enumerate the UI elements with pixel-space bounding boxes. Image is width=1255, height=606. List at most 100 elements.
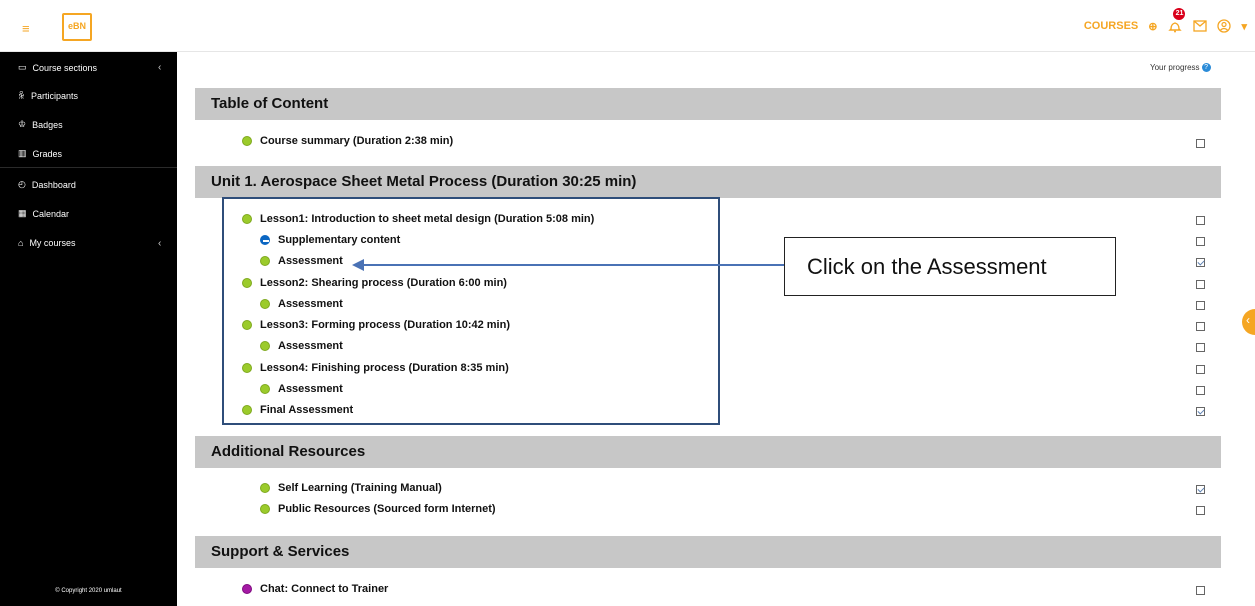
annotation-callout: Click on the Assessment — [784, 237, 1116, 296]
sidebar-item-label: Course sections — [32, 62, 98, 73]
activity-lesson2[interactable]: Lesson2: Shearing process (Duration 6:00… — [242, 274, 507, 292]
user-icon[interactable] — [1217, 19, 1232, 33]
activity-self-learning[interactable]: Self Learning (Training Manual) — [260, 479, 442, 497]
status-dot-icon — [260, 341, 270, 351]
activity-chat-trainer[interactable]: Chat: Connect to Trainer — [242, 580, 388, 598]
arrow-head-icon — [352, 259, 364, 271]
activity-label: Assessment — [278, 383, 343, 395]
globe-icon[interactable]: ⊕ — [1148, 20, 1157, 33]
activity-assessment-lesson3[interactable]: Assessment — [260, 337, 343, 355]
notification-count-badge: 21 — [1173, 8, 1186, 20]
section-header[interactable]: Unit 1. Aerospace Sheet Metal Process (D… — [195, 166, 1221, 198]
activity-supplementary-content[interactable]: Supplementary content — [260, 231, 400, 249]
status-dot-icon — [242, 405, 252, 415]
dashboard-icon: ◴ — [18, 179, 26, 189]
sidebar-item-label: My courses — [29, 238, 76, 248]
logo[interactable]: eBN — [62, 13, 92, 41]
completion-checkbox[interactable] — [1196, 586, 1205, 595]
drawer-toggle-button[interactable]: ‹ — [1242, 309, 1255, 335]
completion-checkbox[interactable] — [1196, 343, 1205, 352]
people-icon: ꆜ — [18, 91, 26, 101]
activity-assessment-lesson4[interactable]: Assessment — [260, 380, 343, 398]
status-dot-icon — [242, 214, 252, 224]
completion-checkbox[interactable] — [1196, 485, 1205, 494]
sidebar: ▭ Course sections ‹ ꆜ Participants ♔ Bad… — [0, 52, 177, 606]
sidebar-item-grades[interactable]: ▥ Grades — [18, 148, 62, 159]
activity-lesson1[interactable]: Lesson1: Introduction to sheet metal des… — [242, 210, 594, 228]
activity-label: Self Learning (Training Manual) — [278, 482, 442, 494]
completion-checkbox[interactable] — [1196, 258, 1205, 267]
activity-lesson3[interactable]: Lesson3: Forming process (Duration 10:42… — [242, 316, 510, 334]
status-dot-icon — [260, 504, 270, 514]
help-icon[interactable]: ? — [1201, 63, 1211, 72]
activity-assessment-lesson2[interactable]: Assessment — [260, 295, 343, 313]
completion-checkbox[interactable] — [1196, 407, 1205, 416]
logo-text: eBN — [68, 21, 87, 31]
activity-label: Supplementary content — [278, 234, 401, 246]
status-dot-icon — [242, 363, 252, 373]
calendar-icon: ▦ — [18, 208, 27, 218]
notifications-bell[interactable]: 21 — [1167, 8, 1186, 34]
completion-checkbox[interactable] — [1196, 301, 1205, 310]
status-dot-icon — [260, 299, 270, 309]
activity-final-assessment[interactable]: Final Assessment — [242, 401, 353, 419]
folder-icon: ▭ — [18, 62, 27, 72]
graduation-cap-icon: ⌂ — [18, 238, 24, 248]
activity-course-summary[interactable]: Course summary (Duration 2:38 min) — [242, 132, 453, 150]
sidebar-item-calendar[interactable]: ▦ Calendar — [18, 208, 69, 219]
activity-label: Chat: Connect to Trainer — [260, 583, 389, 595]
chevron-left-icon[interactable]: ‹ — [158, 62, 161, 73]
bell-icon — [1168, 22, 1183, 33]
annotation-arrow — [362, 264, 784, 266]
activity-label: Assessment — [278, 298, 343, 310]
sidebar-item-label: Calendar — [32, 208, 70, 219]
top-right-actions: COURSES ⊕ 21 ▾ — [1084, 8, 1247, 34]
sidebar-item-label: Grades — [32, 148, 63, 159]
activity-label: Lesson4: Finishing process (Duration 8:3… — [260, 362, 509, 374]
section-header[interactable]: Table of Content — [195, 88, 1221, 120]
status-dot-icon — [242, 320, 252, 330]
activity-lesson4[interactable]: Lesson4: Finishing process (Duration 8:3… — [242, 359, 509, 377]
completion-checkbox[interactable] — [1196, 237, 1205, 246]
badge-icon: ♔ — [18, 119, 27, 129]
completion-checkbox[interactable] — [1196, 139, 1205, 148]
activity-label: Assessment — [278, 340, 343, 352]
sidebar-item-badges[interactable]: ♔ Badges — [18, 119, 63, 130]
copyright-text: © Copyright 2020 umlaut — [55, 588, 122, 594]
sidebar-item-participants[interactable]: ꆜ Participants — [18, 90, 78, 102]
activity-label: Lesson3: Forming process (Duration 10:42… — [260, 319, 510, 331]
sidebar-item-label: Dashboard — [31, 179, 76, 190]
chevron-down-icon[interactable]: ▾ — [1241, 20, 1247, 33]
activity-label: Final Assessment — [260, 404, 354, 416]
mail-icon[interactable] — [1193, 20, 1208, 32]
completion-checkbox[interactable] — [1196, 216, 1205, 225]
activity-label: Assessment — [278, 255, 343, 267]
activity-public-resources[interactable]: Public Resources (Sourced form Internet) — [260, 500, 496, 518]
completion-checkbox[interactable] — [1196, 386, 1205, 395]
status-dot-icon — [242, 136, 252, 146]
sidebar-divider — [0, 167, 177, 168]
sidebar-item-label: Participants — [31, 91, 79, 101]
status-dot-icon — [260, 483, 270, 493]
sidebar-item-dashboard[interactable]: ◴ Dashboard — [18, 179, 76, 190]
sidebar-item-course-sections[interactable]: ▭ Course sections ‹ — [18, 62, 161, 73]
hamburger-icon[interactable]: ≡ — [22, 22, 30, 35]
sidebar-item-my-courses[interactable]: ⌂ My courses ‹ — [18, 238, 161, 249]
activity-assessment-lesson1[interactable]: Assessment — [260, 252, 343, 270]
completion-checkbox[interactable] — [1196, 506, 1205, 515]
completion-checkbox[interactable] — [1196, 365, 1205, 374]
activity-label: Lesson1: Introduction to sheet metal des… — [260, 213, 595, 225]
chevron-left-icon[interactable]: ‹ — [158, 238, 161, 249]
chat-icon — [242, 584, 252, 594]
chevron-left-icon: ‹ — [1246, 313, 1250, 327]
completion-checkbox[interactable] — [1196, 322, 1205, 331]
section-header[interactable]: Additional Resources — [195, 436, 1221, 468]
status-dot-icon — [260, 384, 270, 394]
sidebar-item-label: Badges — [32, 119, 63, 130]
completion-checkbox[interactable] — [1196, 280, 1205, 289]
top-navigation-bar: ≡ eBN COURSES ⊕ 21 ▾ — [0, 0, 1255, 52]
activity-label: Course summary (Duration 2:38 min) — [260, 135, 454, 147]
section-header[interactable]: Support & Services — [195, 536, 1221, 568]
courses-link[interactable]: COURSES — [1084, 20, 1138, 32]
supplementary-icon — [260, 235, 270, 245]
